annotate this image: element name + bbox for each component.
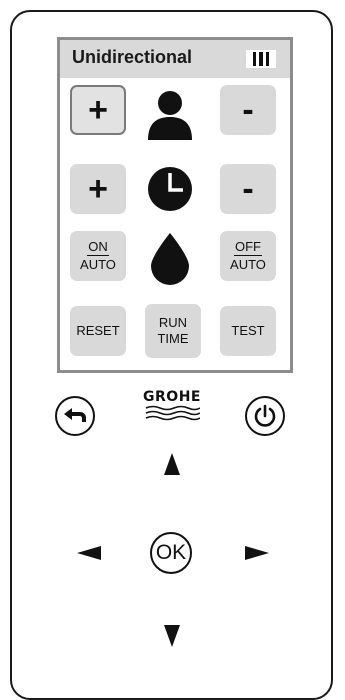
arrow-up-button[interactable]	[163, 452, 181, 481]
run-time-label: RUN TIME	[157, 315, 188, 348]
off-auto-button[interactable]: OFF AUTO	[220, 231, 276, 281]
auto-text: AUTO	[80, 257, 116, 272]
minus-label: -	[242, 170, 254, 208]
minus-label: -	[242, 91, 254, 129]
off-text: OFF	[233, 239, 262, 256]
on-text: ON	[87, 239, 109, 256]
arrow-right-button[interactable]	[244, 545, 270, 566]
mode-title: Unidirectional	[72, 47, 193, 67]
on-auto-label: ON AUTO	[80, 239, 116, 273]
time-plus-button[interactable]: +	[70, 164, 126, 214]
clock-icon	[144, 164, 196, 214]
ok-button[interactable]: OK	[150, 532, 192, 574]
arrow-up-icon	[164, 453, 180, 475]
power-icon	[254, 404, 276, 427]
back-icon	[64, 408, 86, 422]
on-auto-button[interactable]: ON AUTO	[70, 231, 126, 281]
test-label: TEST	[231, 322, 265, 338]
logo-text: GROHE	[143, 389, 201, 405]
person-icon	[144, 90, 196, 140]
screen-header: Unidirectional	[60, 40, 290, 78]
wave-logo-icon	[145, 405, 201, 421]
test-button[interactable]: TEST	[220, 306, 276, 356]
arrow-left-button[interactable]	[76, 545, 102, 566]
arrow-left-icon	[77, 546, 101, 560]
grohe-logo: GROHE	[141, 389, 203, 429]
auto-text: AUTO	[230, 257, 266, 272]
reset-button[interactable]: RESET	[70, 306, 126, 356]
person-minus-button[interactable]: -	[220, 85, 276, 135]
water-drop-icon	[144, 230, 196, 286]
back-button[interactable]	[55, 396, 95, 436]
battery-indicator-icon	[246, 50, 276, 68]
person-plus-button[interactable]: +	[70, 85, 126, 135]
run-text: RUN	[158, 314, 188, 330]
run-time-button[interactable]: RUN TIME	[145, 304, 201, 358]
power-button[interactable]	[245, 396, 285, 436]
arrow-down-button[interactable]	[163, 624, 181, 653]
ok-label: OK	[155, 541, 187, 564]
arrow-down-icon	[164, 625, 180, 647]
plus-label: +	[88, 91, 108, 129]
off-auto-label: OFF AUTO	[230, 239, 266, 273]
plus-label: +	[88, 170, 108, 208]
display-screen: Unidirectional + - + - ON AUTO OFF AUTO …	[57, 37, 293, 373]
time-minus-button[interactable]: -	[220, 164, 276, 214]
time-text: TIME	[157, 331, 189, 346]
arrow-right-icon	[245, 546, 269, 560]
reset-label: RESET	[76, 322, 120, 338]
